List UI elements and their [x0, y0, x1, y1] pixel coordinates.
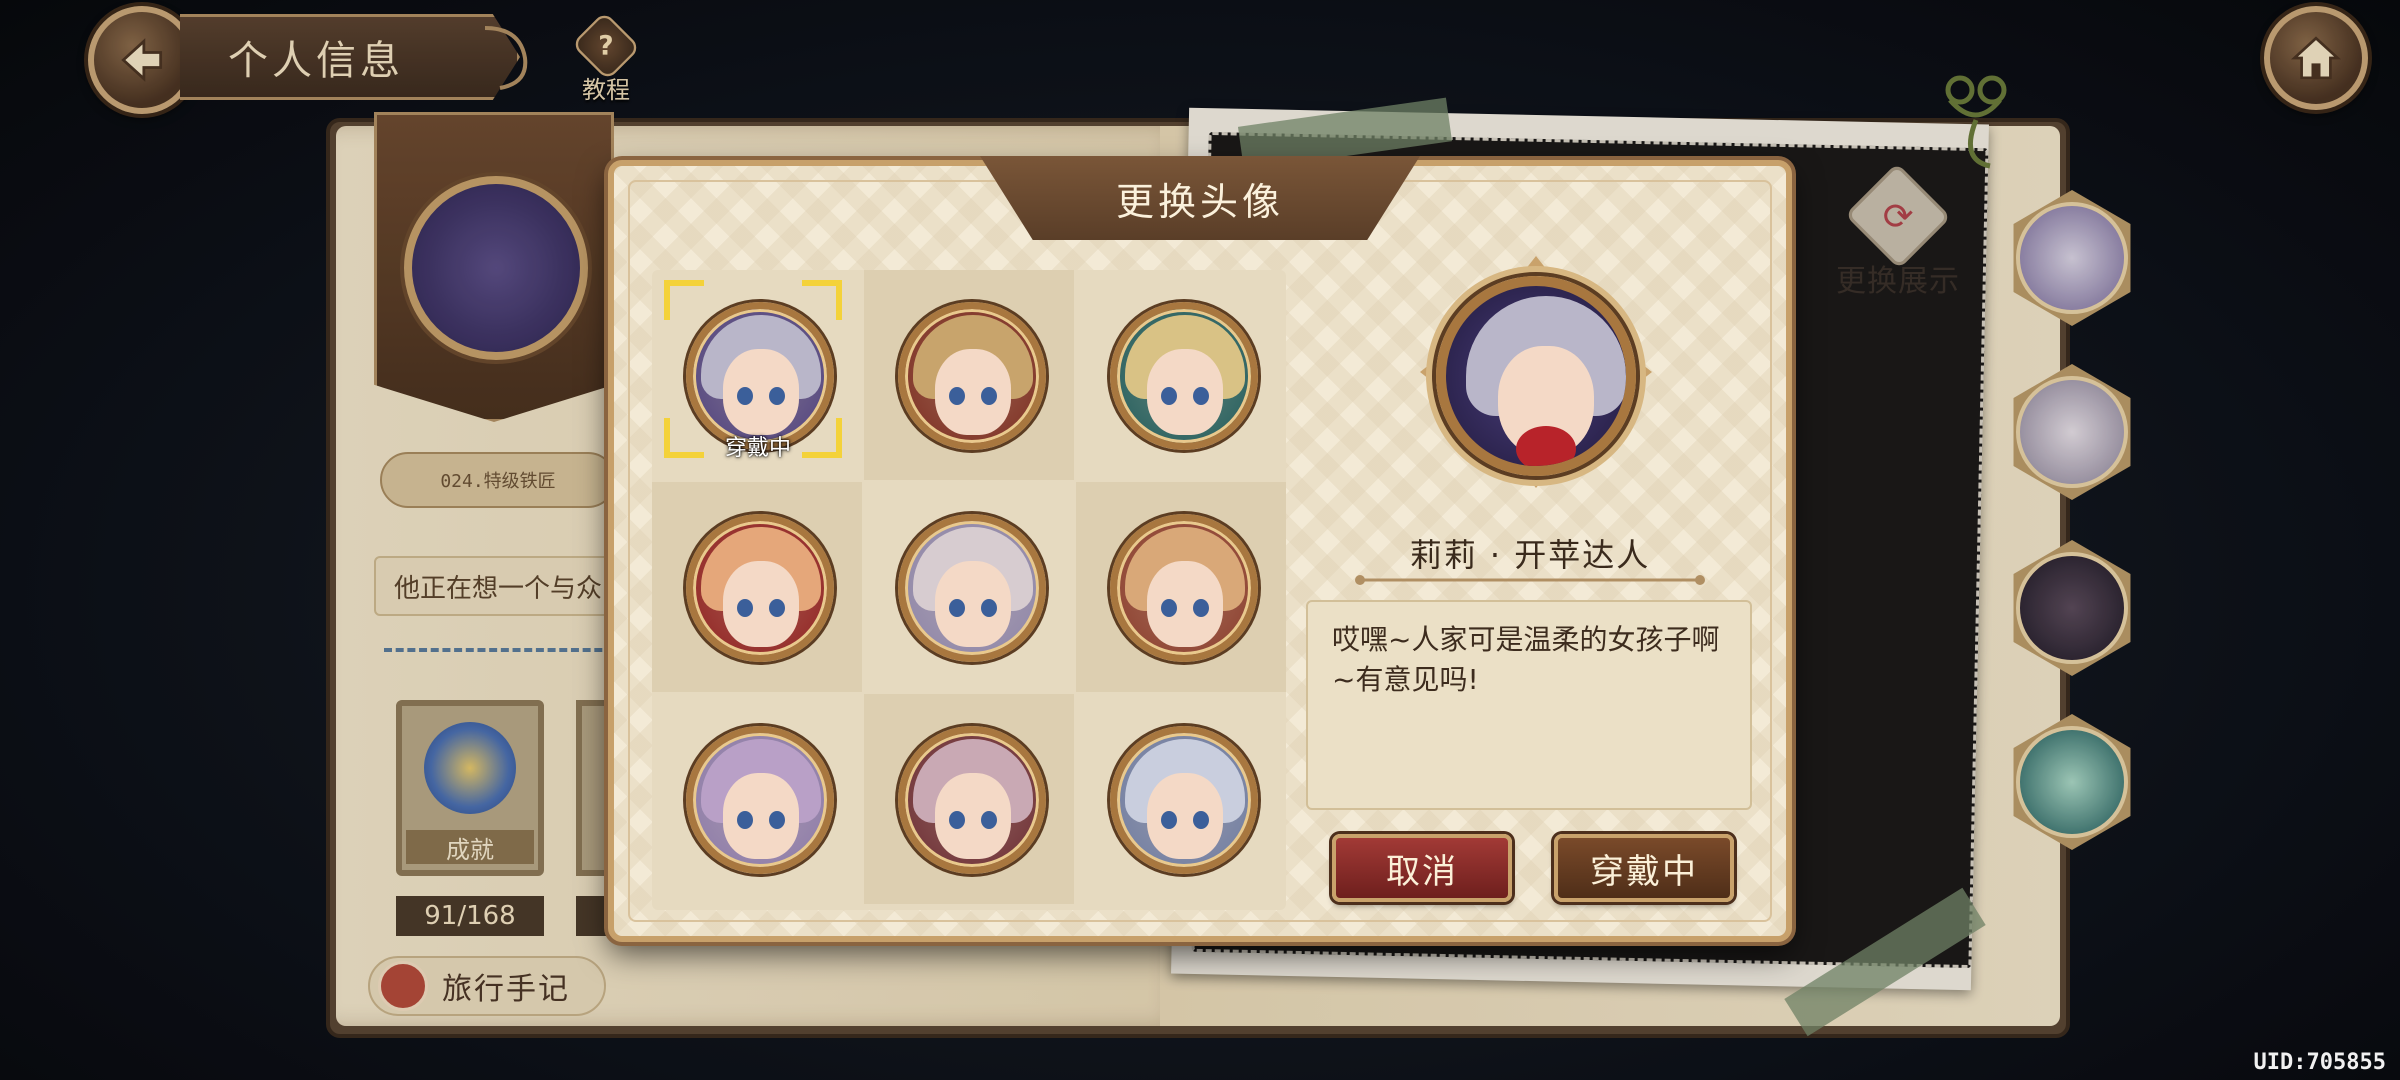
avatar-quote: 哎嘿~人家可是温柔的女孩子啊~有意见吗!	[1306, 600, 1752, 810]
avatar-portrait	[1110, 726, 1258, 874]
avatar-option-blonde-red-bow[interactable]	[1076, 482, 1286, 692]
avatar-portrait	[1110, 514, 1258, 662]
avatar-option-purple-crown[interactable]	[652, 694, 862, 904]
avatar-portrait	[898, 514, 1046, 662]
avatar-option-dark-ribbon[interactable]	[864, 694, 1074, 904]
avatar-option-lily-apple[interactable]: 穿戴中	[652, 270, 862, 480]
avatar-option-silver-hair[interactable]	[1076, 694, 1286, 904]
user-id: UID:705855	[2253, 1050, 2386, 1075]
avatar-option-red-hood[interactable]	[652, 482, 862, 692]
name-ornament-icon	[1355, 575, 1705, 585]
avatar-grid: 穿戴中	[652, 270, 1286, 910]
avatar-option-teal-hood[interactable]	[1076, 270, 1286, 480]
avatar-portrait	[1110, 302, 1258, 450]
avatar-portrait	[686, 514, 834, 662]
avatar-option-maid-white[interactable]	[864, 482, 1074, 692]
dialog-title: 更换头像	[980, 156, 1420, 240]
avatar-portrait	[898, 302, 1046, 450]
selected-avatar-preview	[1436, 276, 1636, 476]
wear-button[interactable]: 穿戴中	[1554, 834, 1734, 902]
wearing-tag: 穿戴中	[724, 436, 791, 461]
avatar-option-red-hat-girl[interactable]	[864, 270, 1074, 480]
cancel-button[interactable]: 取消	[1332, 834, 1512, 902]
avatar-portrait	[898, 726, 1046, 874]
avatar-portrait	[686, 726, 834, 874]
